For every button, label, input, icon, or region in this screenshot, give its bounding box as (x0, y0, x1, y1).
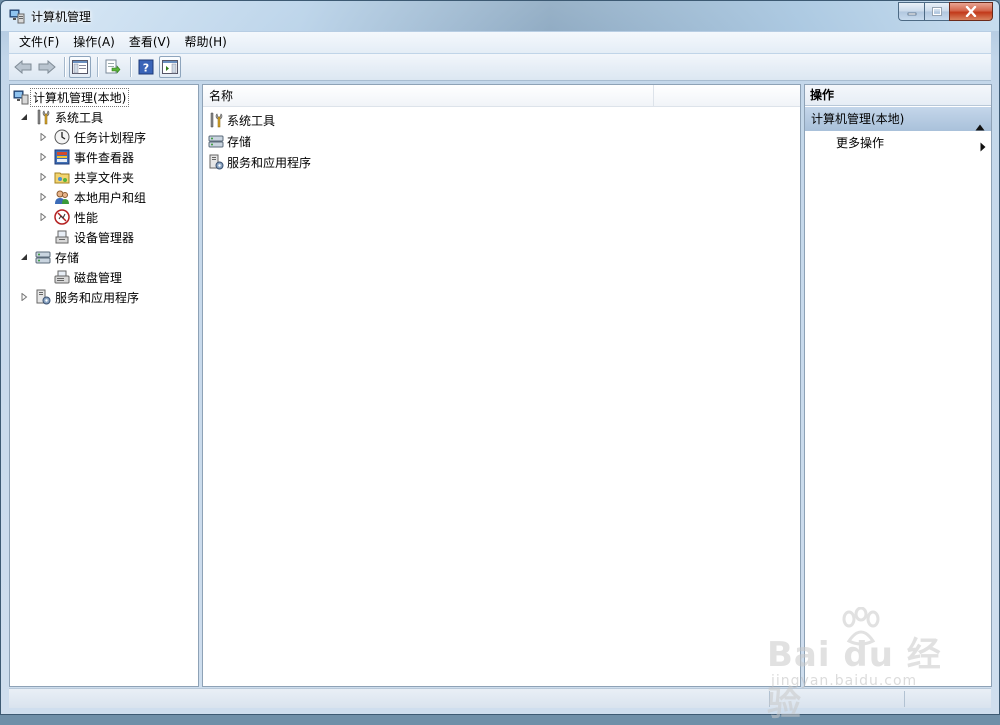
console-tree-pane: 计算机管理(本地) 系统工具 任务计划程序 事件查看器 共享文件夹 本地用户和组… (9, 84, 199, 687)
menu-action[interactable]: 操作(A) (67, 32, 121, 53)
tree-item-label: 性能 (74, 210, 99, 225)
storage-icon (35, 249, 51, 265)
export-list-button[interactable] (102, 56, 124, 78)
list-item-system-tools[interactable]: 系统工具 (208, 110, 275, 130)
watermark-url: jingyan.baidu.com (771, 673, 918, 689)
actions-group-label: 计算机管理(本地) (811, 112, 905, 126)
window-title: 计算机管理 (31, 10, 92, 24)
tree-item-label: 磁盘管理 (74, 270, 123, 285)
submenu-arrow-icon (980, 138, 986, 158)
collapsed-arrow-icon[interactable] (37, 211, 49, 223)
tree-item-shared-folders[interactable]: 共享文件夹 (37, 167, 134, 187)
collapsed-arrow-icon[interactable] (18, 291, 30, 303)
show-hide-action-pane-button[interactable] (159, 56, 181, 78)
list-item-label: 系统工具 (227, 113, 276, 128)
tree-item-label: 计算机管理(本地) (30, 87, 130, 107)
storage-icon (208, 133, 224, 149)
tree-item-disk-management[interactable]: 磁盘管理 (54, 267, 122, 287)
list-item-label: 服务和应用程序 (227, 155, 312, 170)
show-hide-tree-button[interactable] (69, 56, 91, 78)
actions-header: 操作 (805, 85, 991, 106)
list-item-services-applications[interactable]: 服务和应用程序 (208, 152, 311, 172)
computer-management-icon (13, 89, 29, 105)
tree-item-label: 设备管理器 (74, 230, 135, 245)
help-icon: ? (138, 59, 154, 75)
disk-management-icon (54, 269, 70, 285)
tree-item-label: 任务计划程序 (74, 130, 147, 145)
menu-help[interactable]: 帮助(H) (178, 32, 232, 53)
forward-button[interactable] (36, 56, 58, 78)
actions-group-computer-management[interactable]: 计算机管理(本地) (805, 107, 991, 131)
tree-item-services-applications[interactable]: 服务和应用程序 (18, 287, 139, 307)
event-viewer-icon (54, 149, 70, 165)
show-hide-tree-icon (72, 60, 88, 74)
help-button[interactable]: ? (135, 56, 157, 78)
toolbar-separator (130, 57, 131, 77)
more-actions-label: 更多操作 (836, 136, 885, 150)
tree-item-label: 共享文件夹 (74, 170, 135, 185)
system-tools-icon (208, 112, 224, 128)
show-hide-action-pane-icon (162, 60, 178, 74)
shared-folders-icon (54, 169, 70, 185)
tree-item-label: 事件查看器 (74, 150, 135, 165)
toolbar-separator (64, 57, 65, 77)
results-pane: 名称 系统工具 存储 服务和应用程序 (202, 84, 801, 687)
close-icon (965, 6, 977, 17)
list-item-label: 存储 (227, 134, 252, 149)
tree-item-computer-management[interactable]: 计算机管理(本地) (13, 87, 130, 107)
local-users-icon (54, 189, 70, 205)
device-manager-icon (54, 229, 70, 245)
tree-item-event-viewer[interactable]: 事件查看器 (37, 147, 134, 167)
back-button[interactable] (12, 56, 34, 78)
tree-item-storage[interactable]: 存储 (18, 247, 79, 267)
window-controls (898, 2, 993, 21)
collapsed-arrow-icon[interactable] (37, 151, 49, 163)
list-item-storage[interactable]: 存储 (208, 131, 251, 151)
collapsed-arrow-icon[interactable] (37, 171, 49, 183)
tree-item-device-manager[interactable]: 设备管理器 (54, 227, 134, 247)
tree-item-performance[interactable]: 性能 (37, 207, 98, 227)
tree-item-label: 本地用户和组 (74, 190, 147, 205)
tree-item-system-tools[interactable]: 系统工具 (18, 107, 103, 127)
expanded-arrow-icon[interactable] (18, 251, 30, 263)
task-scheduler-icon (54, 129, 70, 145)
column-header-name[interactable]: 名称 (203, 85, 654, 107)
menu-view[interactable]: 查看(V) (123, 32, 177, 53)
export-list-icon (105, 59, 121, 74)
toolbar: ? (9, 54, 991, 81)
collapsed-arrow-icon[interactable] (37, 191, 49, 203)
menu-bar: 文件(F) 操作(A) 查看(V) 帮助(H) (9, 32, 991, 53)
svg-text:?: ? (143, 62, 149, 75)
services-apps-icon (208, 154, 224, 170)
system-tools-icon (35, 109, 51, 125)
toolbar-separator (97, 57, 98, 77)
computer-management-icon (9, 8, 25, 24)
tree-item-label: 系统工具 (55, 110, 104, 125)
tree-item-label: 存储 (55, 250, 80, 265)
menu-file[interactable]: 文件(F) (13, 32, 65, 53)
baidu-jingyan-watermark: Bai du 经验 jingyan.baidu.com (767, 607, 952, 724)
tree-item-label: 服务和应用程序 (55, 290, 140, 305)
maximize-icon (932, 7, 942, 16)
actions-pane: 操作 计算机管理(本地) 更多操作 (804, 84, 992, 687)
tree-item-task-scheduler[interactable]: 任务计划程序 (37, 127, 146, 147)
minimize-icon (907, 12, 916, 15)
list-header: 名称 (203, 85, 800, 107)
close-button[interactable] (949, 2, 993, 21)
minimize-button[interactable] (898, 2, 924, 21)
more-actions-item[interactable]: 更多操作 (836, 133, 986, 153)
expanded-arrow-icon[interactable] (18, 111, 30, 123)
services-apps-icon (35, 289, 51, 305)
forward-arrow-icon (38, 60, 56, 74)
tree-item-local-users-groups[interactable]: 本地用户和组 (37, 187, 146, 207)
computer-management-window: 计算机管理 文件(F) 操作(A) 查看(V) 帮助(H) ? 计算机管理(本地… (0, 0, 1000, 724)
title-bar[interactable]: 计算机管理 (1, 1, 999, 31)
maximize-button[interactable] (924, 2, 949, 21)
performance-icon (54, 209, 70, 225)
back-arrow-icon (14, 60, 32, 74)
collapsed-arrow-icon[interactable] (37, 131, 49, 143)
